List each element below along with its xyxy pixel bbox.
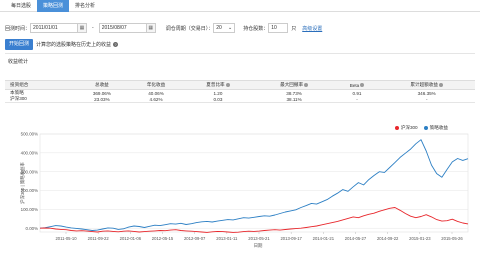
table-cell: 23.03% (75, 96, 129, 103)
help-icon[interactable] (438, 82, 443, 87)
col-header: 最大回撤率 (252, 80, 336, 90)
col-header: 投资组合 (5, 80, 75, 90)
x-tick-label: 2015-01-23 (409, 236, 431, 241)
info-icon[interactable]: ? (113, 41, 119, 47)
run-row: 开始回测 计算您的选股策略在历史上的收益 ? (5, 38, 119, 50)
x-axis-label: 日期 (254, 243, 263, 249)
tab-bar: 每日选股 策略回测 排名分析 (0, 0, 480, 12)
strategy-return-line (39, 139, 469, 231)
x-tick-label: 2011-05-10 (55, 236, 77, 241)
section-title: 收益统计 (8, 59, 29, 65)
y-tick-label: 100.00% (21, 207, 38, 212)
y-axis-label: 沪深300 | 策略收益率 (19, 162, 26, 204)
hold-label: 持仓股数： (243, 25, 269, 32)
run-hint-text: 计算您的选股策略在历史上的收益 (36, 41, 112, 48)
tab-daily-picks[interactable]: 每日选股 (5, 0, 37, 12)
calendar-icon[interactable]: ▦ (78, 23, 88, 33)
table-cell: - (335, 96, 379, 103)
cycle-select[interactable]: 20 ⌄ (213, 23, 236, 33)
x-tick-label: 2012-09-07 (184, 236, 206, 241)
help-icon[interactable] (304, 82, 309, 87)
cycle-value: 20 (216, 25, 222, 31)
cycle-label: 调仓周期（交易日）： (165, 25, 214, 32)
table-cell: 0.03 (183, 96, 253, 103)
x-tick-label: 2013-01-11 (216, 236, 238, 241)
y-tick-label: 0.00% (26, 226, 39, 231)
x-tick-label: 2011-09-22 (88, 236, 110, 241)
table-cell: - (378, 96, 475, 103)
table-cell: 38.11% (252, 96, 336, 103)
hold-count-input[interactable]: 10 (268, 23, 289, 33)
table-cell: 4.62% (128, 96, 184, 103)
tab-ranking[interactable]: 排名分析 (69, 0, 101, 12)
x-tick-label: 2014-05-27 (345, 236, 367, 241)
table-cell: 沪深300 (5, 96, 75, 103)
chevron-down-icon: ⌄ (228, 25, 233, 31)
col-header: 年化收益 (128, 80, 184, 90)
y-tick-label: 500.00% (21, 132, 38, 137)
calendar-icon[interactable]: ▦ (146, 23, 156, 33)
stats-table: 投资组合 总收益 年化收益 夏普比率 最大回撤率 Beta 累计超额收益 本策略… (5, 80, 475, 103)
x-tick-label: 2012-01-06 (120, 236, 142, 241)
x-tick-label: 2013-05-21 (248, 236, 270, 241)
help-icon[interactable] (360, 83, 365, 88)
y-tick-label: 400.00% (21, 150, 38, 155)
x-tick-label: 2014-01-21 (313, 236, 335, 241)
x-tick-label: 2013-09-17 (280, 236, 302, 241)
col-header: 夏普比率 (183, 80, 253, 90)
help-icon[interactable] (225, 82, 230, 87)
divider (5, 53, 475, 54)
hold-unit: 只 (291, 25, 297, 32)
table-header-row: 投资组合 总收益 年化收益 夏普比率 最大回撤率 Beta 累计超额收益 (5, 80, 475, 90)
returns-chart: 500.00%400.00%300.00%200.00%100.00%0.00%… (19, 132, 469, 249)
col-header: 总收益 (75, 80, 129, 90)
backtest-settings: 回测时间： 2011/01/01 ▦ - 2015/08/07 ▦ 调仓周期（交… (5, 22, 322, 34)
start-date-input[interactable]: 2011/01/01 (30, 23, 79, 33)
end-date-input[interactable]: 2015/08/07 (98, 23, 147, 33)
tab-backtest[interactable]: 策略回测 (37, 0, 70, 12)
col-header: Beta (335, 80, 379, 90)
col-header: 累计超额收益 (378, 80, 475, 90)
period-label: 回测时间： (5, 25, 31, 32)
x-tick-label: 2014-09-22 (377, 236, 399, 241)
run-hint: 计算您的选股策略在历史上的收益 ? (36, 41, 119, 48)
advanced-settings-link[interactable]: 高级设置 (302, 25, 322, 32)
table-row: 沪深300 23.03% 4.62% 0.03 38.11% - - (5, 96, 475, 103)
x-tick-label: 2012-05-15 (152, 236, 174, 241)
x-tick-label: 2015-05-26 (441, 236, 463, 241)
date-separator: - (92, 25, 94, 31)
start-backtest-button[interactable]: 开始回测 (5, 38, 34, 50)
